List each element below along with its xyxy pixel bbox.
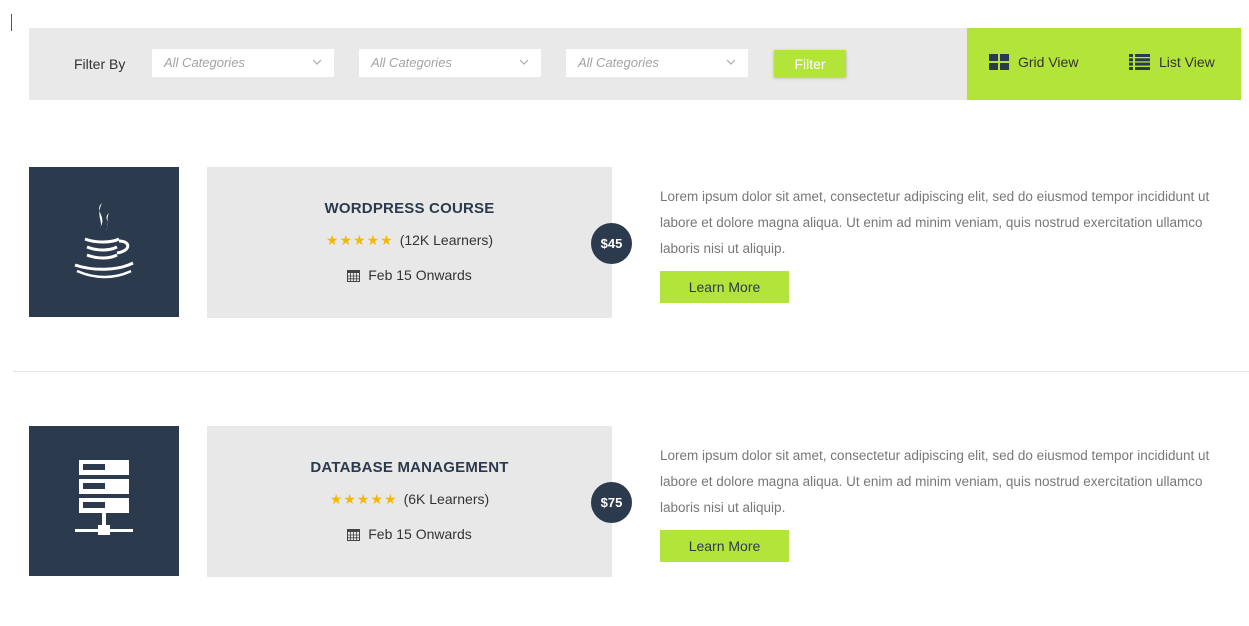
price-badge: $45 — [591, 223, 632, 264]
text-cursor — [11, 14, 12, 31]
course-card-database: DATABASE MANAGEMENT ★★★★★ (6K Learners) F… — [29, 426, 1241, 578]
filter-by-label: Filter By — [74, 56, 126, 72]
learner-count: (12K Learners) — [399, 232, 494, 248]
learner-count: (6K Learners) — [403, 491, 490, 507]
star-rating-icon: ★★★★★ — [325, 232, 394, 248]
category-select-1[interactable]: All Categories — [152, 49, 334, 77]
category-select-value: All Categories — [164, 55, 245, 70]
list-icon — [1129, 54, 1150, 70]
course-title: WORDPRESS COURSE — [324, 200, 495, 217]
filter-button[interactable]: Filter — [774, 50, 846, 77]
course-description: Lorem ipsum dolor sit amet, consectetur … — [660, 448, 1210, 515]
learn-more-button[interactable]: Learn More — [660, 271, 789, 303]
course-rating: ★★★★★ (12K Learners) — [207, 232, 612, 249]
course-thumbnail — [29, 426, 179, 576]
course-info-panel: WORDPRESS COURSE ★★★★★ (12K Learners) Feb… — [207, 167, 612, 318]
category-select-3[interactable]: All Categories — [566, 49, 748, 77]
grid-icon — [989, 54, 1009, 70]
star-rating-icon: ★★★★★ — [329, 491, 398, 507]
list-view-button[interactable]: List View — [1129, 54, 1215, 70]
course-date: Feb 15 Onwards — [207, 526, 612, 542]
course-title: DATABASE MANAGEMENT — [310, 459, 509, 476]
course-rating: ★★★★★ (6K Learners) — [207, 491, 612, 508]
course-date-text: Feb 15 Onwards — [368, 267, 472, 283]
course-date: Feb 15 Onwards — [207, 267, 612, 283]
course-description: Lorem ipsum dolor sit amet, consectetur … — [660, 189, 1210, 256]
chevron-down-icon — [519, 59, 529, 65]
category-select-2[interactable]: All Categories — [359, 49, 541, 77]
list-view-label: List View — [1159, 54, 1215, 70]
price-badge: $75 — [591, 482, 632, 523]
filter-bar: Filter By All Categories All Categories … — [29, 28, 1241, 100]
course-card-wordpress: WORDPRESS COURSE ★★★★★ (12K Learners) Feb… — [29, 167, 1241, 319]
category-select-value: All Categories — [578, 55, 659, 70]
chevron-down-icon — [312, 59, 322, 65]
java-cup-icon — [74, 203, 134, 279]
grid-view-label: Grid View — [1018, 54, 1079, 70]
grid-view-button[interactable]: Grid View — [989, 54, 1078, 70]
course-info-panel: DATABASE MANAGEMENT ★★★★★ (6K Learners) F… — [207, 426, 612, 577]
chevron-down-icon — [726, 59, 736, 65]
database-server-icon — [75, 460, 133, 535]
category-select-value: All Categories — [371, 55, 452, 70]
calendar-icon — [347, 269, 361, 282]
course-thumbnail — [29, 167, 179, 317]
view-toggle: Grid View List View — [967, 28, 1241, 100]
learn-more-button[interactable]: Learn More — [660, 530, 789, 562]
course-date-text: Feb 15 Onwards — [368, 526, 472, 542]
row-divider — [13, 371, 1249, 372]
calendar-icon — [347, 528, 361, 541]
